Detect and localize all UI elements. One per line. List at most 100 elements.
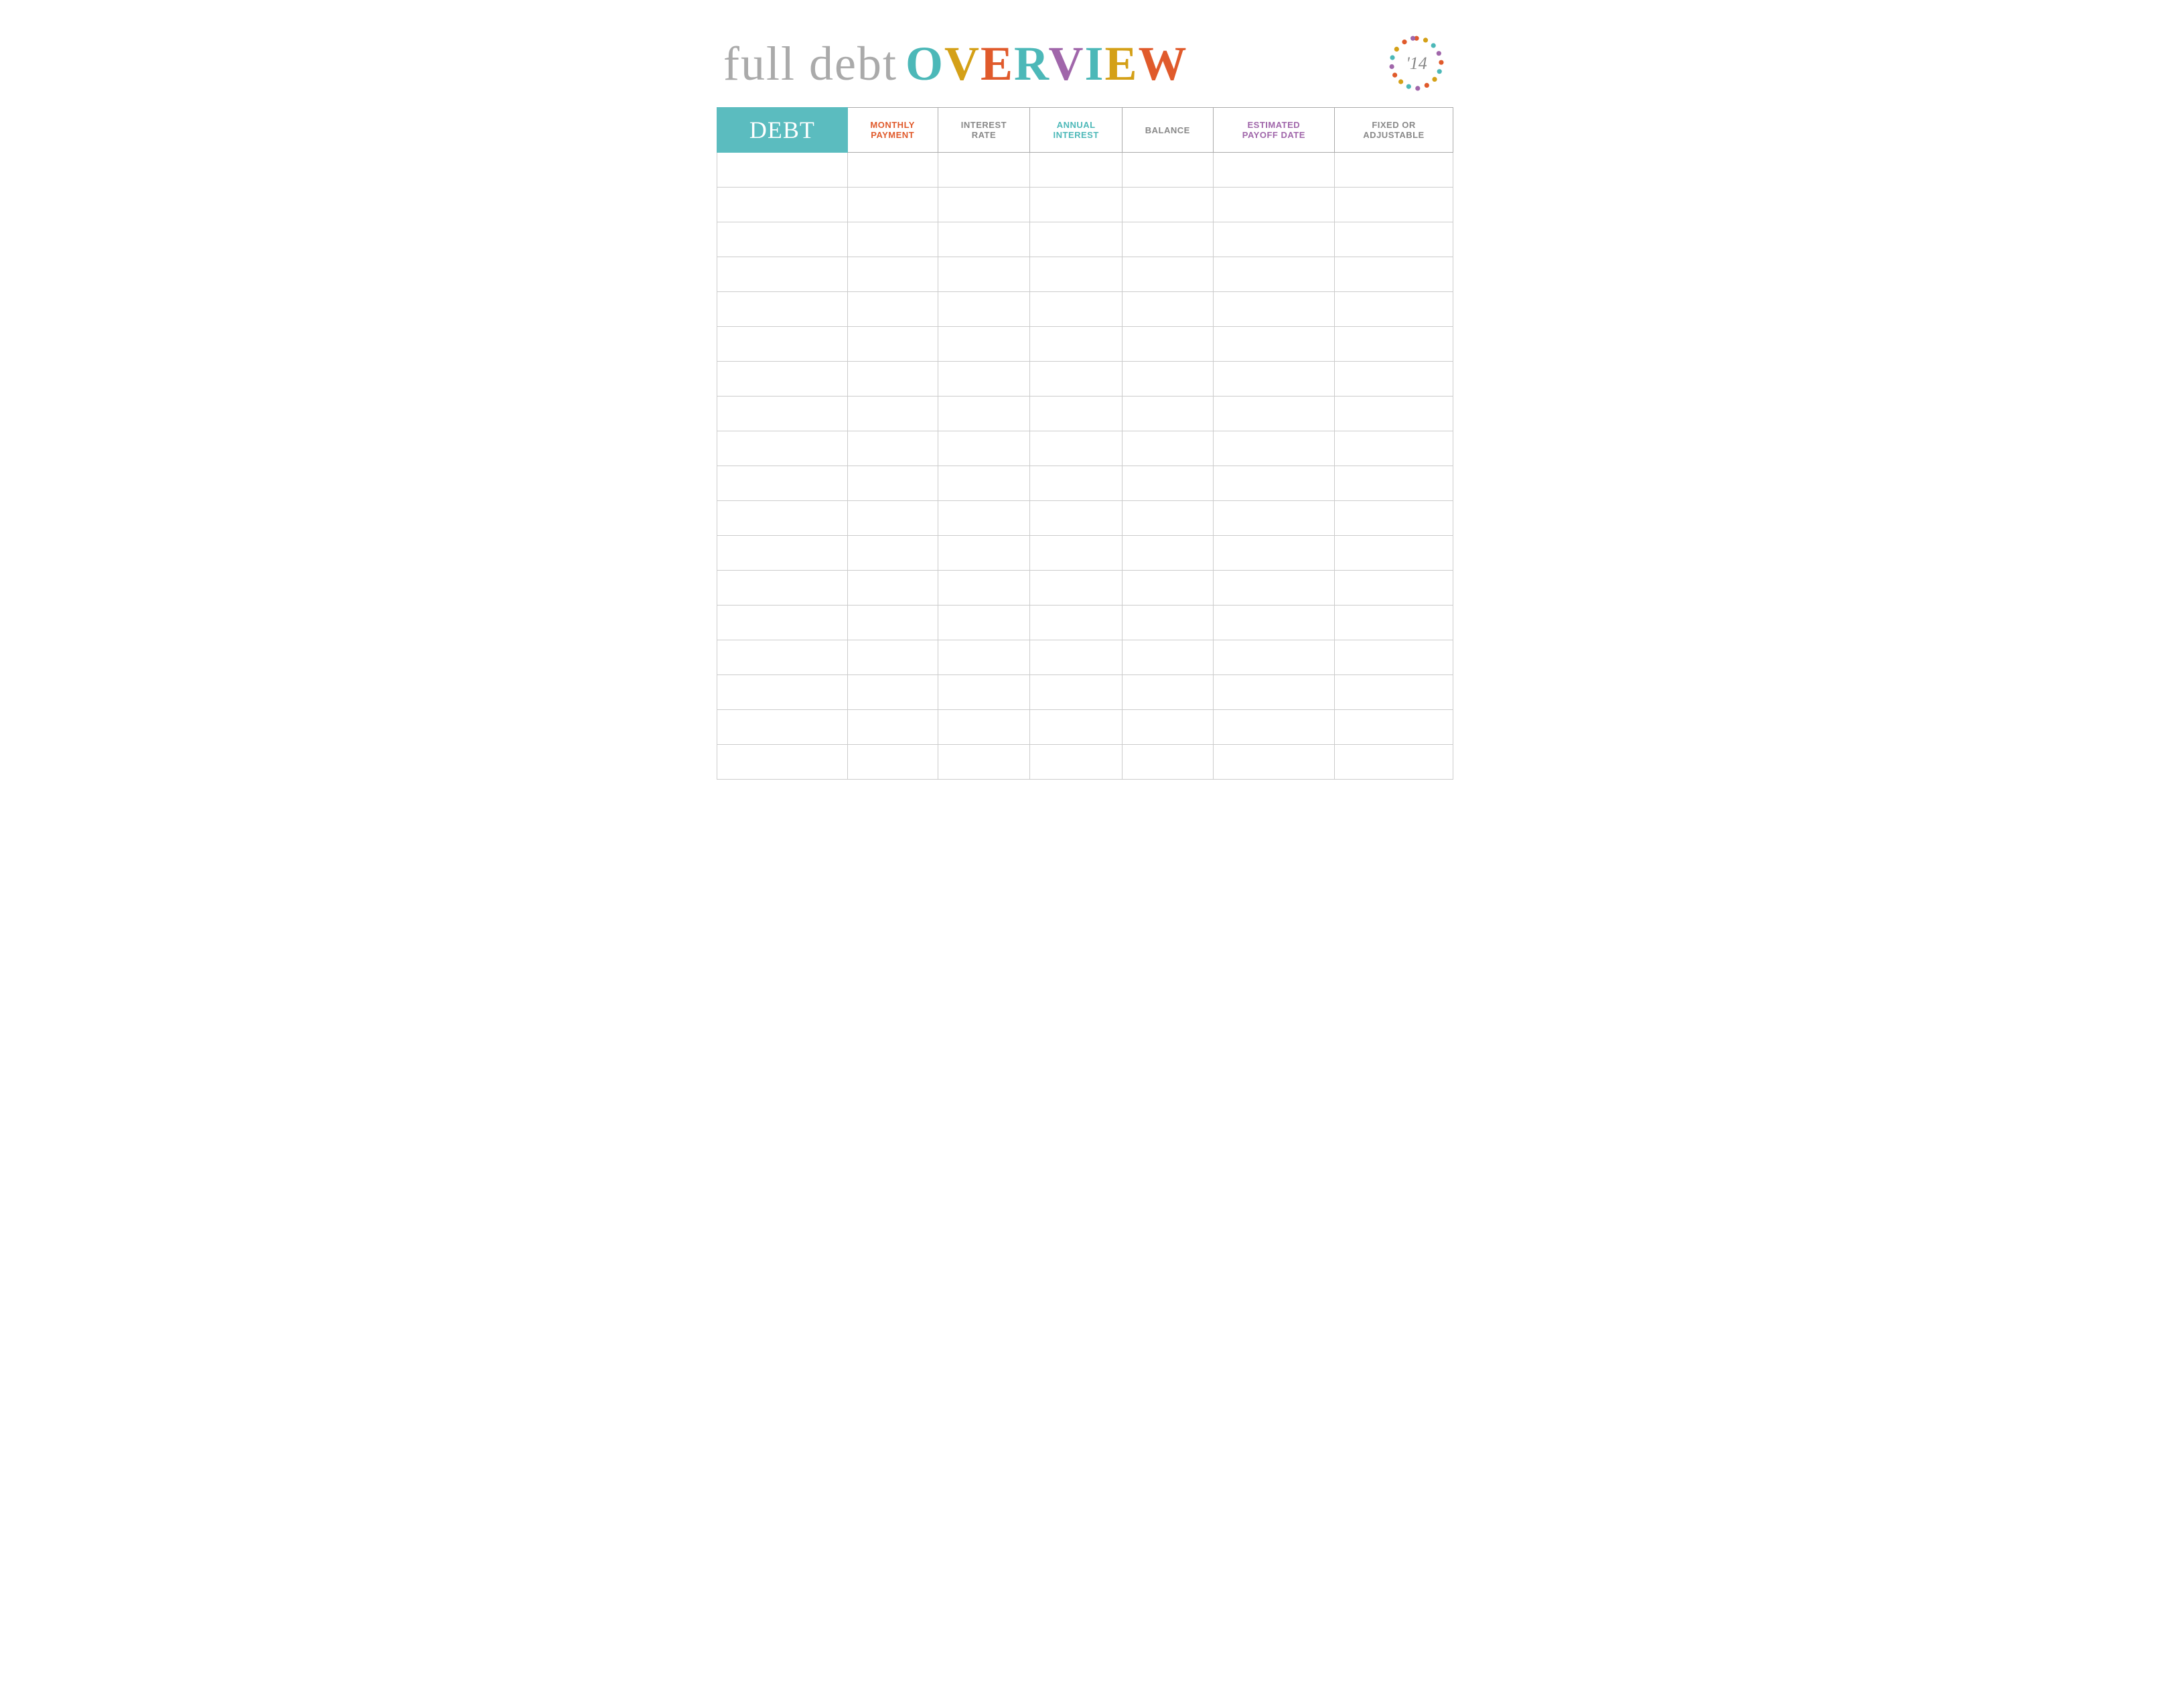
cell-row2-col3 bbox=[1030, 222, 1123, 257]
cell-row16-col1 bbox=[847, 710, 938, 745]
cell-row3-col3 bbox=[1030, 257, 1123, 292]
cell-row10-col6 bbox=[1335, 501, 1453, 536]
cell-row7-col4 bbox=[1123, 397, 1214, 431]
cell-row8-col0 bbox=[717, 431, 848, 466]
cell-row12-col2 bbox=[938, 571, 1030, 606]
title-prefix: full debt bbox=[723, 36, 897, 92]
cell-row15-col0 bbox=[717, 675, 848, 710]
letter-W: W bbox=[1139, 37, 1188, 90]
cell-row11-col1 bbox=[847, 536, 938, 571]
cell-row17-col6 bbox=[1335, 745, 1453, 780]
cell-row1-col5 bbox=[1213, 188, 1334, 222]
cell-row8-col1 bbox=[847, 431, 938, 466]
cell-row2-col1 bbox=[847, 222, 938, 257]
cell-row10-col4 bbox=[1123, 501, 1214, 536]
cell-row12-col6 bbox=[1335, 571, 1453, 606]
table-row bbox=[717, 397, 1453, 431]
letter-E: E bbox=[981, 37, 1014, 90]
cell-row7-col0 bbox=[717, 397, 848, 431]
cell-row2-col4 bbox=[1123, 222, 1214, 257]
title-section: full debt OVERVIEW bbox=[723, 36, 1188, 92]
letter-E2: E bbox=[1105, 37, 1139, 90]
cell-row16-col5 bbox=[1213, 710, 1334, 745]
cell-row17-col1 bbox=[847, 745, 938, 780]
cell-row0-col2 bbox=[938, 153, 1030, 188]
debt-table: DEBT MONTHLYPAYMENT INTERESTRATE ANNUALI… bbox=[717, 107, 1453, 780]
table-row bbox=[717, 710, 1453, 745]
cell-row0-col3 bbox=[1030, 153, 1123, 188]
cell-row3-col1 bbox=[847, 257, 938, 292]
cell-row14-col1 bbox=[847, 640, 938, 675]
cell-row14-col0 bbox=[717, 640, 848, 675]
cell-row15-col1 bbox=[847, 675, 938, 710]
table-row bbox=[717, 327, 1453, 362]
cell-row10-col5 bbox=[1213, 501, 1334, 536]
cell-row5-col6 bbox=[1335, 327, 1453, 362]
cell-row1-col3 bbox=[1030, 188, 1123, 222]
cell-row4-col4 bbox=[1123, 292, 1214, 327]
col-header-fixed: FIXED ORADJUSTABLE bbox=[1335, 108, 1453, 153]
col-header-annual: ANNUALINTEREST bbox=[1030, 108, 1123, 153]
cell-row15-col5 bbox=[1213, 675, 1334, 710]
table-row bbox=[717, 257, 1453, 292]
cell-row2-col6 bbox=[1335, 222, 1453, 257]
cell-row17-col5 bbox=[1213, 745, 1334, 780]
cell-row0-col0 bbox=[717, 153, 848, 188]
cell-row13-col5 bbox=[1213, 606, 1334, 640]
cell-row10-col2 bbox=[938, 501, 1030, 536]
cell-row14-col5 bbox=[1213, 640, 1334, 675]
cell-row5-col5 bbox=[1213, 327, 1334, 362]
cell-row9-col3 bbox=[1030, 466, 1123, 501]
table-row bbox=[717, 292, 1453, 327]
cell-row3-col0 bbox=[717, 257, 848, 292]
year-badge: '14 bbox=[1386, 33, 1447, 94]
cell-row0-col1 bbox=[847, 153, 938, 188]
cell-row15-col2 bbox=[938, 675, 1030, 710]
cell-row15-col6 bbox=[1335, 675, 1453, 710]
cell-row17-col0 bbox=[717, 745, 848, 780]
cell-row10-col0 bbox=[717, 501, 848, 536]
cell-row14-col2 bbox=[938, 640, 1030, 675]
cell-row12-col1 bbox=[847, 571, 938, 606]
letter-R: R bbox=[1014, 37, 1048, 90]
cell-row1-col2 bbox=[938, 188, 1030, 222]
cell-row6-col2 bbox=[938, 362, 1030, 397]
cell-row13-col2 bbox=[938, 606, 1030, 640]
badge-year: '14 bbox=[1406, 54, 1427, 74]
letter-V2: V bbox=[1048, 37, 1084, 90]
cell-row17-col3 bbox=[1030, 745, 1123, 780]
cell-row13-col4 bbox=[1123, 606, 1214, 640]
table-row bbox=[717, 501, 1453, 536]
cell-row7-col6 bbox=[1335, 397, 1453, 431]
cell-row16-col0 bbox=[717, 710, 848, 745]
cell-row7-col1 bbox=[847, 397, 938, 431]
cell-row15-col4 bbox=[1123, 675, 1214, 710]
cell-row12-col5 bbox=[1213, 571, 1334, 606]
table-row bbox=[717, 222, 1453, 257]
cell-row2-col2 bbox=[938, 222, 1030, 257]
table-row bbox=[717, 640, 1453, 675]
cell-row16-col6 bbox=[1335, 710, 1453, 745]
cell-row6-col1 bbox=[847, 362, 938, 397]
cell-row9-col1 bbox=[847, 466, 938, 501]
cell-row11-col3 bbox=[1030, 536, 1123, 571]
cell-row11-col2 bbox=[938, 536, 1030, 571]
header: full debt OVERVIEW bbox=[717, 20, 1453, 100]
cell-row5-col1 bbox=[847, 327, 938, 362]
cell-row5-col3 bbox=[1030, 327, 1123, 362]
cell-row4-col2 bbox=[938, 292, 1030, 327]
cell-row4-col0 bbox=[717, 292, 848, 327]
table-row bbox=[717, 466, 1453, 501]
cell-row14-col6 bbox=[1335, 640, 1453, 675]
cell-row8-col6 bbox=[1335, 431, 1453, 466]
table-row bbox=[717, 745, 1453, 780]
cell-row3-col6 bbox=[1335, 257, 1453, 292]
cell-row9-col6 bbox=[1335, 466, 1453, 501]
cell-row0-col6 bbox=[1335, 153, 1453, 188]
cell-row4-col3 bbox=[1030, 292, 1123, 327]
cell-row17-col4 bbox=[1123, 745, 1214, 780]
cell-row2-col5 bbox=[1213, 222, 1334, 257]
cell-row0-col4 bbox=[1123, 153, 1214, 188]
cell-row12-col3 bbox=[1030, 571, 1123, 606]
cell-row16-col4 bbox=[1123, 710, 1214, 745]
